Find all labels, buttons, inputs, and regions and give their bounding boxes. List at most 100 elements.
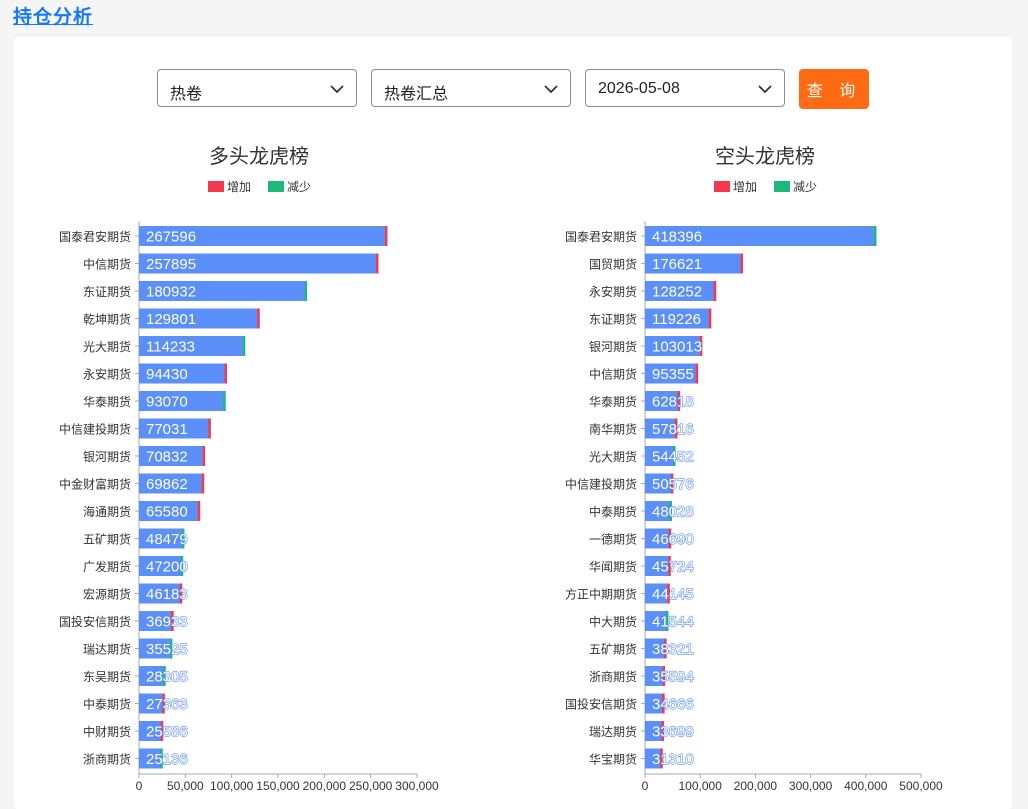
data-label: 41544: [652, 614, 694, 631]
bar-change-marker: [224, 363, 228, 384]
data-label: 65580: [146, 504, 188, 521]
chart-short: 空头龙虎榜增加 减少 0 100,000 200,000 300,000 400,000 50…: [565, 145, 943, 793]
category-label: 国投安信期货: [59, 614, 131, 629]
charts-area: 多头龙虎榜增加 减少0 50,000 100,000 150,000 200,000 250…: [59, 145, 943, 793]
legend-swatch-decrease: [268, 181, 284, 192]
category-label: 国投安信期货: [565, 697, 637, 712]
data-label: 69862: [146, 476, 188, 493]
bar-change-marker: [208, 418, 211, 439]
bar-change-marker: [384, 226, 388, 246]
legend-swatch-increase: [714, 181, 730, 192]
category-label: 永安期货: [589, 284, 637, 299]
data-label: 62818: [652, 394, 694, 411]
data-label: 27363: [146, 696, 188, 713]
bar-change-marker: [708, 308, 712, 329]
data-label: 34666: [652, 696, 694, 713]
category-label: 光大期货: [589, 449, 637, 464]
data-label: 95355: [652, 366, 694, 383]
category-label: 东证期货: [589, 312, 637, 327]
legend-label-increase: 增加: [227, 180, 251, 194]
x-tick-label: 400,000: [844, 779, 888, 793]
bar-change-marker: [740, 253, 743, 274]
x-tick-label: 200,000: [734, 779, 778, 793]
data-label: 70832: [146, 449, 188, 466]
data-label: 25136: [146, 751, 188, 768]
data-label: 77031: [146, 421, 188, 438]
data-label: 94430: [146, 366, 188, 383]
category-label: 广发期货: [83, 559, 131, 574]
data-label: 46183: [146, 586, 188, 603]
x-tick-label: 200,000: [303, 779, 347, 793]
data-label: 45724: [652, 559, 694, 576]
category-label: 东证期货: [83, 284, 131, 299]
category-label: 国泰君安期货: [59, 229, 131, 244]
category-label: 中金财富期货: [59, 477, 131, 492]
data-label: 119226: [652, 311, 701, 328]
data-label: 54452: [652, 449, 694, 466]
category-label: 国泰君安期货: [565, 229, 637, 244]
x-tick-label: 0: [136, 779, 143, 793]
bar-change-marker: [304, 281, 308, 301]
category-label: 银河期货: [589, 339, 637, 354]
category-label: 中信建投期货: [59, 422, 131, 437]
category-label: 光大期货: [83, 339, 131, 354]
legend-label-decrease: 减少: [287, 180, 311, 194]
category-label: 一德期货: [589, 532, 637, 547]
data-label: 33699: [652, 724, 694, 741]
category-label: 中大期货: [589, 614, 637, 629]
category-label: 瑞达期货: [589, 724, 637, 739]
x-tick-label: 500,000: [899, 779, 943, 793]
data-label: 114233: [146, 339, 195, 356]
category-label: 乾坤期货: [83, 312, 131, 327]
category-label: 银河期货: [83, 449, 131, 464]
legend-label-decrease: 减少: [793, 180, 817, 194]
data-label: 38321: [652, 641, 694, 658]
data-label: 50576: [652, 476, 694, 493]
category-label: 海通期货: [83, 504, 131, 519]
category-label: 宏源期货: [83, 587, 131, 602]
data-label: 46690: [652, 531, 694, 548]
category-label: 瑞达期货: [83, 642, 131, 657]
bar-change-marker: [201, 473, 205, 494]
x-tick-label: 250,000: [349, 779, 393, 793]
bar-change-marker: [695, 363, 699, 384]
bar-change-marker: [223, 391, 226, 411]
data-label: 418396: [652, 229, 702, 246]
bar-change-marker: [713, 281, 717, 301]
chart-title: 多头龙虎榜: [209, 145, 309, 168]
bar-change-marker: [197, 501, 201, 521]
bar-change-marker: [375, 253, 379, 274]
category-label: 东吴期货: [83, 669, 131, 684]
category-label: 中泰期货: [83, 697, 131, 712]
bar-change-marker: [257, 308, 260, 329]
category-label: 国贸期货: [589, 257, 637, 272]
bar-change-marker: [202, 446, 206, 466]
category-label: 中信期货: [589, 367, 637, 382]
bar-change-marker: [873, 226, 877, 246]
x-tick-label: 0: [642, 779, 649, 793]
category-label: 华泰期货: [589, 394, 637, 409]
data-label: 47200: [146, 559, 188, 576]
legend-swatch-decrease: [774, 181, 790, 192]
category-label: 五矿期货: [83, 532, 131, 547]
x-tick-label: 100,000: [679, 779, 723, 793]
category-label: 华宝期货: [589, 752, 637, 767]
category-label: 中信建投期货: [565, 477, 637, 492]
category-label: 五矿期货: [589, 642, 637, 657]
category-label: 中信期货: [83, 257, 131, 272]
data-label: 180932: [146, 284, 196, 301]
data-label: 257895: [146, 256, 196, 273]
category-label: 方正中期期货: [565, 587, 637, 602]
data-label: 48479: [146, 531, 188, 548]
data-label: 267596: [146, 229, 196, 246]
chart-long: 多头龙虎榜增加 减少 0 50,000 100,000 150,000 200,000 250…: [59, 145, 439, 793]
x-tick-label: 100,000: [210, 779, 254, 793]
data-label: 128252: [652, 284, 702, 301]
data-label: 176621: [652, 256, 702, 273]
data-label: 25586: [146, 724, 188, 741]
data-label: 48028: [652, 504, 694, 521]
data-label: 35594: [652, 669, 694, 686]
chart-title: 空头龙虎榜: [715, 145, 815, 168]
x-tick-label: 300,000: [789, 779, 833, 793]
category-label: 中泰期货: [589, 504, 637, 519]
